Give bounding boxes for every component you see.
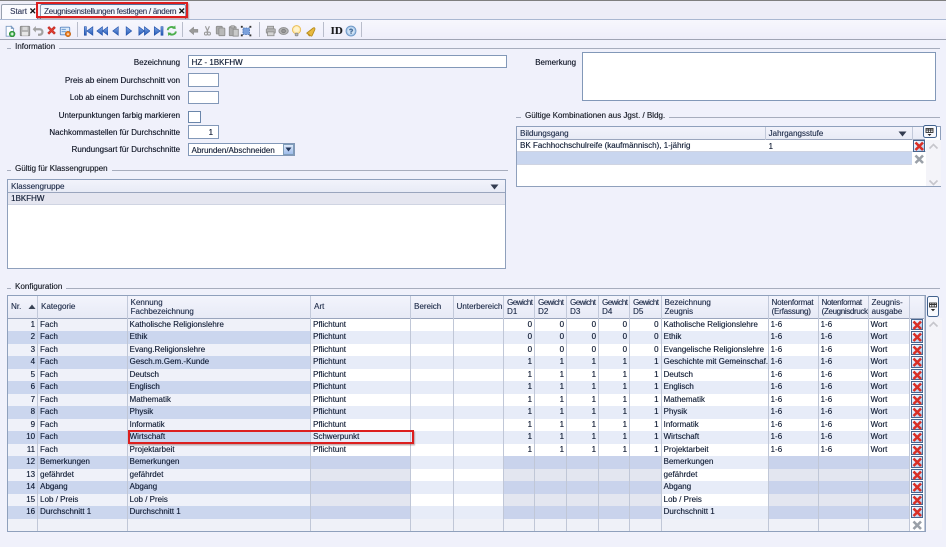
svg-text:?: ?	[349, 27, 354, 36]
